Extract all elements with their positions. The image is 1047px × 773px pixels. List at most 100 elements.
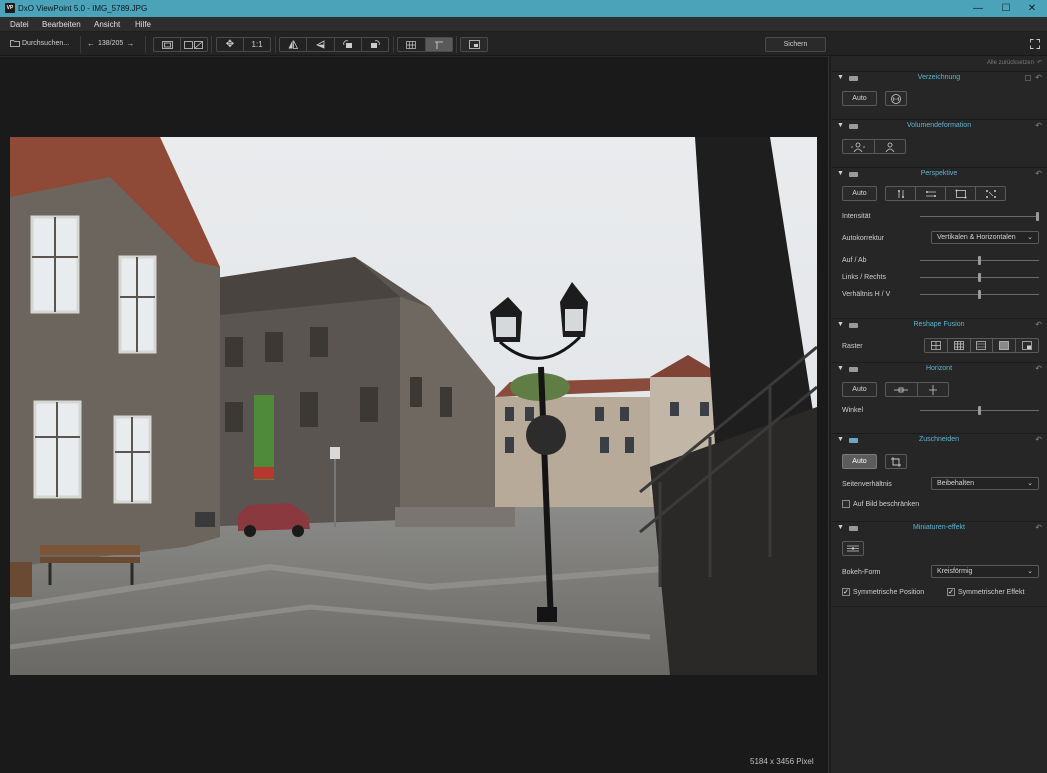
volume-spherical-icon[interactable] [875,140,906,153]
section-volumendeformation[interactable]: ▼ Volumendeformation ↶ [831,119,1047,132]
lens-correction-icon[interactable] [885,91,907,106]
vertical-level-icon[interactable] [918,383,949,396]
checkbox-box[interactable]: ✓ [842,588,850,596]
rotate-right-icon[interactable] [362,38,388,51]
section-miniaturen-effekt[interactable]: ▼ Miniaturen-effekt ↶ [831,521,1047,534]
menu-ansicht[interactable]: Ansicht [94,20,120,29]
bokeh-form-dropdown[interactable]: Kreisförmig ⌄ [931,565,1039,578]
save-button[interactable]: Sichern [765,37,826,52]
volume-cylindrical-icon[interactable] [843,140,875,153]
flip-vertical-icon[interactable] [307,38,335,51]
grid-2x2-icon[interactable] [925,339,948,352]
reset-icon[interactable]: ↶ [1035,73,1042,82]
zuschneiden-auto-button[interactable]: Auto [842,454,877,469]
linksrechts-slider[interactable] [920,273,1039,282]
section-zuschneiden[interactable]: ▼ Zuschneiden ↶ [831,433,1047,446]
section-perspektive[interactable]: ▼ Perspektive ↶ [831,167,1047,180]
menu-bar: Datei Bearbeiten Ansicht Hilfe [0,17,1047,32]
section-title: Verzeichnung [917,74,961,81]
aufab-label: Auf / Ab [842,257,867,264]
slider-knob[interactable] [978,273,981,282]
move-icon[interactable]: ✥ [217,38,244,51]
winkel-slider[interactable] [920,406,1039,415]
section-verzeichnung[interactable]: ▼ Verzeichnung ↶ [831,71,1047,84]
checkbox-box[interactable] [842,500,850,508]
horizontal-parallel-icon[interactable] [916,187,946,200]
grid-3x3-icon[interactable] [948,339,971,352]
autokorrektur-label: Autokorrektur [842,235,885,242]
tool-panel: Alle zurücksetzen ↶ ▼ Verzeichnung ↶ Aut… [831,56,1047,773]
grid-icon[interactable] [398,38,426,51]
section-horizont[interactable]: ▼ Horizont ↶ [831,362,1047,375]
guides-icon[interactable] [425,38,452,51]
crop-icon[interactable] [885,454,907,469]
slider-knob[interactable] [978,290,981,299]
section-title: Reshape Fusion [913,321,965,328]
horizont-auto-button[interactable]: Auto [842,382,877,397]
section-reshape-fusion[interactable]: ▼ Reshape Fusion ↶ [831,318,1047,331]
auf-bild-beschraenken-checkbox[interactable]: Auf Bild beschränken [842,500,919,508]
seitenverhaeltnis-dropdown[interactable]: Beibehalten ⌄ [931,477,1039,490]
compare-group [153,37,208,52]
close-button[interactable]: ✕ [1022,2,1042,15]
section-title: Zuschneiden [918,436,960,443]
perspektive-auto-button[interactable]: Auto [842,186,877,201]
grid-custom-icon[interactable] [1016,339,1038,352]
linksrechts-label: Links / Rechts [842,274,886,281]
autokorrektur-dropdown[interactable]: Vertikalen & Horizontalen ⌄ [931,231,1039,244]
chevron-down-icon: ⌄ [1027,480,1033,487]
reset-icon[interactable]: ↶ [1035,435,1042,444]
compare-single-icon[interactable] [154,38,181,51]
transform-group [279,37,389,52]
slider-knob[interactable] [978,256,981,265]
perspective-mode-group [885,186,1006,201]
compare-split-icon[interactable] [181,38,207,51]
menu-bearbeiten[interactable]: Bearbeiten [42,20,81,29]
flip-horizontal-icon[interactable] [280,38,308,51]
reset-icon[interactable]: ↶ [1035,523,1042,532]
reset-icon[interactable]: ↶ [1035,169,1042,178]
checkbox-label: Symmetrische Position [853,588,925,596]
intensitaet-slider[interactable] [920,212,1039,221]
toolbar-divider [456,36,457,53]
minimize-button[interactable]: — [968,2,988,15]
prev-arrow-icon[interactable]: ← [87,39,95,48]
slider-knob[interactable] [1036,212,1039,221]
toolbar: Durchsuchen... ← 138/205 → ✥ 1:1 Sichern [0,32,1047,56]
reset-all-button[interactable]: Alle zurücksetzen ↶ [987,59,1042,67]
rotate-left-icon[interactable] [335,38,362,51]
volume-mode-group [842,139,906,154]
vertical-parallel-icon[interactable] [886,187,916,200]
zoom-1to1-button[interactable]: 1:1 [244,38,270,51]
horizontal-level-icon[interactable] [886,383,918,396]
photo-preview[interactable] [10,137,817,675]
toolbar-divider [275,36,276,53]
menu-hilfe[interactable]: Hilfe [135,20,151,29]
checkbox-box[interactable]: ✓ [947,588,955,596]
reset-icon[interactable]: ↶ [1035,121,1042,130]
overlay-icon[interactable] [460,37,488,52]
symmetrischer-effekt-checkbox[interactable]: ✓ Symmetrischer Effekt [947,588,1024,596]
section-title: Miniaturen-effekt [912,524,965,531]
grid-fill-icon[interactable] [993,339,1017,352]
aufab-slider[interactable] [920,256,1039,265]
symmetrische-position-checkbox[interactable]: ✓ Symmetrische Position [842,588,924,596]
eight-point-icon[interactable] [976,187,1005,200]
browse-button[interactable]: Durchsuchen... [10,39,69,47]
fullscreen-icon[interactable] [1030,39,1040,51]
pixel-dimensions: 5184 x 3456 Pixel [750,757,814,766]
preset-icon[interactable] [1025,75,1031,81]
verzeichnung-auto-button[interactable]: Auto [842,91,877,106]
reset-icon[interactable]: ↶ [1035,364,1042,373]
maximize-button[interactable]: ☐ [996,2,1016,15]
tilt-shift-icon[interactable] [842,541,864,556]
slider-knob[interactable] [978,406,981,415]
reset-icon[interactable]: ↶ [1035,320,1042,329]
menu-datei[interactable]: Datei [10,20,29,29]
toolbar-divider [211,36,212,53]
grid-rows-icon[interactable] [971,339,994,352]
checkbox-label: Symmetrischer Effekt [958,588,1025,596]
next-arrow-icon[interactable]: → [126,39,134,48]
rectangle-icon[interactable] [946,187,976,200]
verhaeltnis-slider[interactable] [920,290,1039,299]
